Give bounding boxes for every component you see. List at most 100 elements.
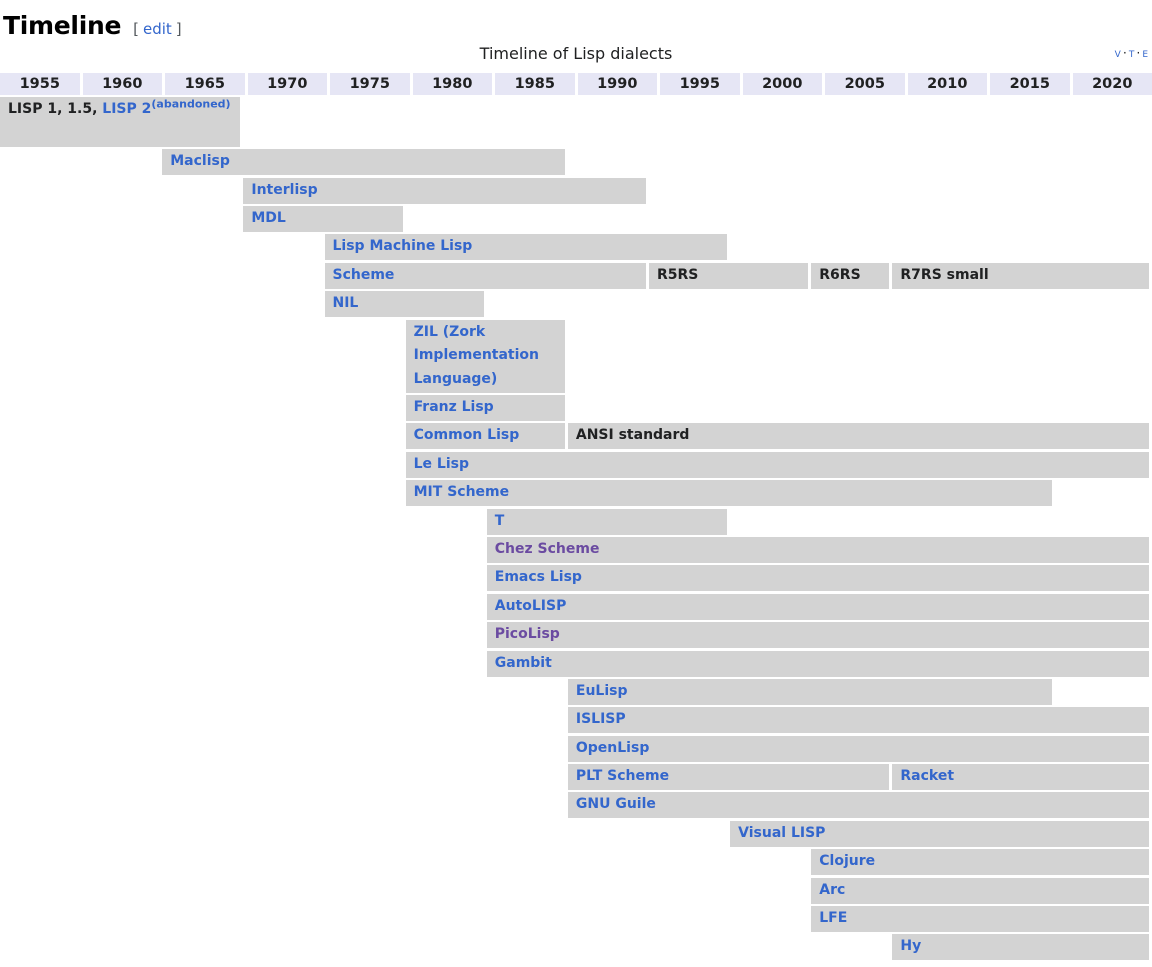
timeline-bar: NIL [325, 291, 484, 317]
year-cell: 1970 [248, 73, 328, 95]
page-title: Timeline [3, 11, 121, 40]
bar-label-link[interactable]: Hy [900, 938, 921, 954]
bar-label-link[interactable]: OpenLisp [576, 740, 649, 756]
timeline-bar: ISLISP [568, 707, 1149, 733]
edit-template-link[interactable]: e [1142, 45, 1148, 60]
bar-label-link[interactable]: Clojure [819, 853, 875, 869]
bar-label-link[interactable]: MDL [251, 210, 285, 226]
bar-label-link[interactable]: Racket [900, 768, 954, 784]
timeline-row: AutoLISP [0, 594, 1152, 620]
timeline-bar: Le Lisp [406, 452, 1149, 478]
bar-label-link[interactable]: Lisp Machine Lisp [333, 238, 473, 254]
timeline-bar: Scheme [325, 263, 647, 289]
bar-label-link[interactable]: Gambit [495, 655, 552, 671]
timeline-row: Le Lisp [0, 452, 1152, 478]
year-header-row: 1955196019651970197519801985199019952000… [0, 73, 1152, 95]
bar-label-link[interactable]: Emacs Lisp [495, 569, 582, 585]
timeline-row: Interlisp [0, 178, 1152, 204]
bar-label-link[interactable]: PicoLisp [495, 626, 560, 642]
timeline-bar: Gambit [487, 651, 1149, 677]
timeline-row: PicoLisp [0, 622, 1152, 648]
timeline-bar: Emacs Lisp [487, 565, 1149, 591]
timeline-bar: Arc [811, 878, 1149, 904]
timeline-bar: ANSI standard [568, 423, 1149, 449]
timeline-bar: PLT Scheme [568, 764, 890, 790]
bar-label-link[interactable]: NIL [333, 295, 359, 311]
timeline-bar: Maclisp [162, 149, 565, 175]
bar-label-link[interactable]: Interlisp [251, 182, 317, 198]
bar-label-link[interactable]: Common Lisp [414, 427, 520, 443]
timeline-bar: MDL [243, 206, 402, 232]
bar-label-link[interactable]: Le Lisp [414, 456, 469, 472]
timeline-bar: Interlisp [243, 178, 646, 204]
year-cell: 2020 [1073, 73, 1152, 95]
timeline-row: OpenLisp [0, 736, 1152, 762]
timeline-row: PLT Scheme Racket [0, 764, 1152, 790]
year-cell: 2010 [908, 73, 988, 95]
year-cell: 1985 [495, 73, 575, 95]
timeline-row: LFE [0, 906, 1152, 932]
bar-label-link[interactable]: Arc [819, 882, 845, 898]
year-cell: 1980 [413, 73, 493, 95]
year-cell: 2005 [825, 73, 905, 95]
bar-label-link[interactable]: AutoLISP [495, 598, 567, 614]
edit-link[interactable]: edit [143, 20, 172, 38]
edit-bracket-open: [ [133, 20, 139, 38]
bar-label-link[interactable]: Chez Scheme [495, 541, 600, 557]
timeline-row: T [0, 509, 1152, 535]
timeline-bar: Chez Scheme [487, 537, 1149, 563]
bar-label-link[interactable]: MIT Scheme [414, 484, 510, 500]
bar-label-link[interactable]: LFE [819, 910, 847, 926]
bar-label-link[interactable]: ZIL (Zork Implementation Language) [414, 324, 539, 387]
timeline-bar: AutoLISP [487, 594, 1149, 620]
bar-label-text: R6RS [819, 267, 860, 283]
bar-label-link[interactable]: EuLisp [576, 683, 628, 699]
timeline-bar: Franz Lisp [406, 395, 565, 421]
year-cell: 1975 [330, 73, 410, 95]
timeline-bar: OpenLisp [568, 736, 1149, 762]
timeline-bar: R5RS [649, 263, 808, 289]
timeline-bar: Visual LISP [730, 821, 1149, 847]
bar-label-link[interactable]: PLT Scheme [576, 768, 669, 784]
timeline-row: LISP 1, 1.5, LISP 2(abandoned) [0, 97, 1152, 147]
bar-label-link[interactable]: Maclisp [170, 153, 230, 169]
chart-caption: Timeline of Lisp dialects [0, 44, 1152, 63]
vte-separator: · [1136, 45, 1140, 60]
vte-nav: v·t·e [1115, 45, 1148, 60]
year-cell: 2000 [743, 73, 823, 95]
bar-label-link[interactable]: Visual LISP [738, 825, 825, 841]
vte-separator: · [1123, 45, 1127, 60]
timeline-row: Emacs Lisp [0, 565, 1152, 591]
timeline-bar: EuLisp [568, 679, 1052, 705]
timeline-row: Franz Lisp [0, 395, 1152, 421]
bar-label-link[interactable]: ISLISP [576, 711, 626, 727]
timeline-row: GNU Guile [0, 792, 1152, 818]
bar-label-link[interactable]: LISP 2 [102, 101, 151, 117]
timeline-bar: Lisp Machine Lisp [325, 234, 728, 260]
bar-label-text: R5RS [657, 267, 698, 283]
timeline-row: Visual LISP [0, 821, 1152, 847]
timeline-bar: T [487, 509, 727, 535]
talk-template-link[interactable]: t [1129, 45, 1135, 60]
timeline-row: Lisp Machine Lisp [0, 234, 1152, 260]
year-cell: 1995 [660, 73, 740, 95]
timeline-bar: R7RS small [892, 263, 1149, 289]
timeline-bar: LISP 1, 1.5, LISP 2(abandoned) [0, 97, 240, 147]
bar-label-link[interactable]: Franz Lisp [414, 399, 494, 415]
timeline-row: EuLisp [0, 679, 1152, 705]
timeline-bar: MIT Scheme [406, 480, 1052, 506]
edit-bracket-close: ] [176, 20, 182, 38]
section-heading: Timeline [edit] [0, 0, 1152, 40]
bar-label-link[interactable]: Scheme [333, 267, 395, 283]
view-template-link[interactable]: v [1115, 45, 1121, 60]
timeline-row: Hy [0, 934, 1152, 960]
bar-label-superscript-link[interactable]: (abandoned) [151, 98, 230, 111]
bar-label-link[interactable]: GNU Guile [576, 796, 656, 812]
edit-section: [edit] [133, 20, 182, 38]
bar-label-link[interactable]: T [495, 513, 505, 529]
timeline-bar: Clojure [811, 849, 1149, 875]
timeline-row: Clojure [0, 849, 1152, 875]
year-cell: 2015 [990, 73, 1070, 95]
timeline-bar: Hy [892, 934, 1149, 960]
timeline-row: Common Lisp ANSI standard [0, 423, 1152, 449]
